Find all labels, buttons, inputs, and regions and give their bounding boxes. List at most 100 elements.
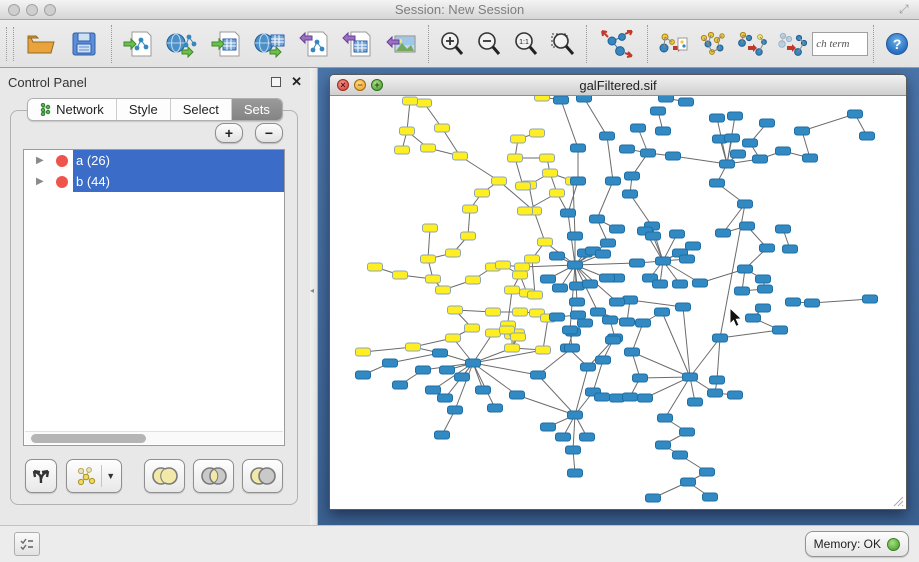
graph-node-yellow[interactable] <box>368 263 383 271</box>
graph-node-yellow[interactable] <box>513 271 528 279</box>
graph-node-blue[interactable] <box>638 394 653 402</box>
graph-node-blue[interactable] <box>448 406 463 414</box>
graph-node-blue[interactable] <box>776 147 791 155</box>
graph-node-yellow[interactable] <box>550 189 565 197</box>
graph-node-blue[interactable] <box>786 298 801 306</box>
chevron-down-icon[interactable]: ▼ <box>106 471 115 481</box>
collapse-panel-icon[interactable]: ◂ <box>310 286 317 296</box>
import-table-file-button[interactable] <box>204 23 248 65</box>
graph-node-blue[interactable] <box>863 295 878 303</box>
graph-node-blue[interactable] <box>710 114 725 122</box>
graph-node-yellow[interactable] <box>356 348 371 356</box>
zoom-in-button[interactable] <box>434 23 471 65</box>
graph-node-yellow[interactable] <box>530 129 545 137</box>
window-titlebar[interactable]: Session: New Session ⤢ <box>0 0 919 20</box>
graph-node-blue[interactable] <box>725 134 740 142</box>
graph-node-yellow[interactable] <box>448 306 463 314</box>
graph-node-blue[interactable] <box>656 257 671 265</box>
graph-node-yellow[interactable] <box>511 135 526 143</box>
zoom-out-button[interactable] <box>471 23 508 65</box>
graph-node-blue[interactable] <box>590 215 605 223</box>
graph-node-blue[interactable] <box>653 280 668 288</box>
graph-node-blue[interactable] <box>620 318 635 326</box>
resize-grip[interactable] <box>890 493 904 507</box>
tab-sets[interactable]: Sets <box>232 99 282 120</box>
graph-node-blue[interactable] <box>435 431 450 439</box>
graph-node-blue[interactable] <box>673 451 688 459</box>
graph-node-blue[interactable] <box>728 112 743 120</box>
graph-node-blue[interactable] <box>625 172 640 180</box>
close-panel-button[interactable]: ✕ <box>291 77 302 87</box>
graph-node-blue[interactable] <box>738 265 753 273</box>
graph-node-yellow[interactable] <box>406 343 421 351</box>
graph-node-blue[interactable] <box>738 200 753 208</box>
graph-node-blue[interactable] <box>703 493 718 501</box>
graph-node-blue[interactable] <box>658 414 673 422</box>
graph-node-blue[interactable] <box>596 250 611 258</box>
graph-node-blue[interactable] <box>476 386 491 394</box>
graph-node-blue[interactable] <box>583 280 598 288</box>
graph-node-yellow[interactable] <box>515 263 530 271</box>
graph-node-yellow[interactable] <box>400 127 415 135</box>
export-table-button[interactable] <box>335 23 379 65</box>
network-tool-2-button[interactable] <box>693 23 733 65</box>
graph-node-yellow[interactable] <box>536 346 551 354</box>
apply-layout-button[interactable] <box>592 23 642 65</box>
graph-node-blue[interactable] <box>680 428 695 436</box>
graph-node-yellow[interactable] <box>528 291 543 299</box>
graph-node-blue[interactable] <box>735 287 750 295</box>
graph-node-blue[interactable] <box>803 154 818 162</box>
graph-node-blue[interactable] <box>656 441 671 449</box>
graph-node-blue[interactable] <box>568 232 583 240</box>
graph-node-blue[interactable] <box>455 373 470 381</box>
import-network-web-button[interactable] <box>160 23 204 65</box>
graph-node-blue[interactable] <box>673 280 688 288</box>
graph-node-blue[interactable] <box>571 177 586 185</box>
help-button[interactable]: ? <box>879 23 915 65</box>
graph-node-blue[interactable] <box>510 391 525 399</box>
graph-node-blue[interactable] <box>728 391 743 399</box>
graph-node-blue[interactable] <box>623 393 638 401</box>
import-network-file-button[interactable] <box>117 23 161 65</box>
graph-node-blue[interactable] <box>631 124 646 132</box>
intersect-sets-button[interactable] <box>193 459 234 493</box>
network-tool-3-button[interactable] <box>733 23 773 65</box>
network-tool-4-button[interactable] <box>772 23 812 65</box>
export-image-button[interactable] <box>379 23 423 65</box>
save-session-button[interactable] <box>62 23 106 65</box>
union-sets-button[interactable] <box>144 459 185 493</box>
graph-node-blue[interactable] <box>568 411 583 419</box>
graph-node-blue[interactable] <box>426 386 441 394</box>
graph-node-blue[interactable] <box>570 298 585 306</box>
graph-node-blue[interactable] <box>753 155 768 163</box>
graph-node-yellow[interactable] <box>496 261 511 269</box>
graph-node-blue[interactable] <box>700 468 715 476</box>
graph-node-blue[interactable] <box>563 326 578 334</box>
graph-node-blue[interactable] <box>756 275 771 283</box>
expand-arrow-icon[interactable]: ▶ <box>36 155 48 166</box>
graph-node-blue[interactable] <box>676 303 691 311</box>
graph-node-blue[interactable] <box>596 356 611 364</box>
graph-node-yellow[interactable] <box>466 276 481 284</box>
list-item[interactable]: ▶ a (26) <box>24 150 284 171</box>
graph-node-yellow[interactable] <box>436 286 451 294</box>
graph-node-blue[interactable] <box>591 308 606 316</box>
graph-node-yellow[interactable] <box>492 177 507 185</box>
graph-node-blue[interactable] <box>746 314 761 322</box>
graph-node-yellow[interactable] <box>525 255 540 263</box>
graph-node-yellow[interactable] <box>417 99 432 107</box>
graph-node-blue[interactable] <box>625 348 640 356</box>
graph-node-blue[interactable] <box>550 252 565 260</box>
graph-node-blue[interactable] <box>666 152 681 160</box>
graph-node-blue[interactable] <box>571 311 586 319</box>
graph-node-yellow[interactable] <box>461 232 476 240</box>
graph-node-blue[interactable] <box>655 308 670 316</box>
graph-node-blue[interactable] <box>565 344 580 352</box>
graph-node-blue[interactable] <box>561 209 576 217</box>
graph-node-yellow[interactable] <box>446 334 461 342</box>
zoom-selected-button[interactable] <box>544 23 581 65</box>
graph-node-blue[interactable] <box>556 433 571 441</box>
graph-node-blue[interactable] <box>683 373 698 381</box>
split-set-button[interactable] <box>25 459 57 493</box>
task-history-button[interactable] <box>14 532 40 556</box>
